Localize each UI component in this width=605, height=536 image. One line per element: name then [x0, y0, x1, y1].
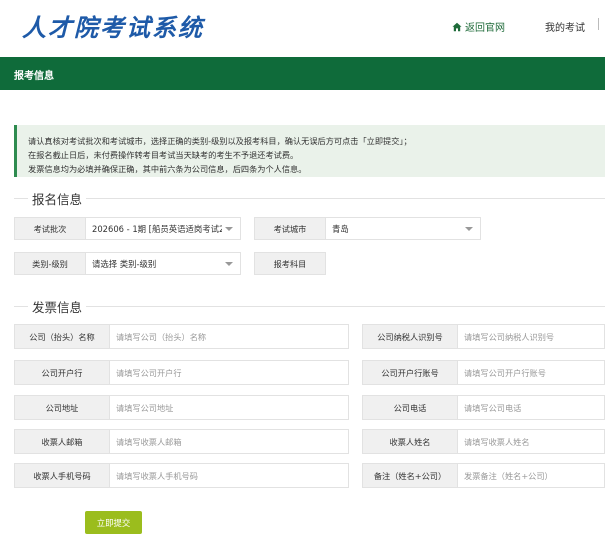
- city-select-value: 青岛: [332, 223, 349, 234]
- category-label: 类别-级别: [14, 252, 86, 275]
- batch-select[interactable]: 202606 - 1期 [船员英语适岗考试20: [85, 217, 241, 240]
- page-title-bar: 报考信息: [0, 57, 605, 90]
- back-to-site-link[interactable]: 返回官网: [452, 19, 505, 34]
- notice-box: 请认真核对考试批次和考试城市，选择正确的类别-级别以及报考科目，确认无误后方可点…: [14, 125, 605, 177]
- bank-input[interactable]: [109, 360, 349, 385]
- city-label: 考试城市: [254, 217, 326, 240]
- notice-line: 在报名截止日后，未付费操作转考目考试当天缺考的考生不予退还考试费。: [28, 150, 299, 160]
- recipient-email-input[interactable]: [109, 429, 349, 454]
- notice-line: 发票信息均为必填并确保正确，其中前六条为公司信息，后四条为个人信息。: [28, 164, 307, 174]
- batch-select-value: 202606 - 1期 [船员英语适岗考试20: [92, 223, 222, 234]
- recipient-name-label: 收票人姓名: [362, 429, 458, 454]
- chevron-down-icon: [465, 226, 473, 231]
- recipient-email-label: 收票人邮箱: [14, 429, 110, 454]
- company-name-input[interactable]: [109, 324, 349, 349]
- tax-id-input[interactable]: [457, 324, 605, 349]
- company-address-input[interactable]: [109, 395, 349, 420]
- company-address-label: 公司地址: [14, 395, 110, 420]
- recipient-phone-input[interactable]: [109, 463, 349, 488]
- invoice-remark-input[interactable]: [457, 463, 605, 488]
- site-logo[interactable]: 人才院考试系统: [22, 8, 204, 43]
- subject-label: 报考科目: [254, 252, 326, 275]
- chevron-down-icon: [225, 226, 233, 231]
- batch-label: 考试批次: [14, 217, 86, 240]
- city-select[interactable]: 青岛: [325, 217, 481, 240]
- category-select-value: 请选择 类别-级别: [92, 258, 157, 269]
- top-header: 人才院考试系统 返回官网 我的考试: [0, 0, 605, 56]
- company-phone-label: 公司电话: [362, 395, 458, 420]
- notice-line: 请认真核对考试批次和考试城市，选择正确的类别-级别以及报考科目，确认无误后方可点…: [28, 136, 412, 146]
- nav-divider: [598, 18, 599, 30]
- tax-id-label: 公司纳税人识别号: [362, 324, 458, 349]
- section-divider: [14, 198, 605, 199]
- bank-account-label: 公司开户行账号: [362, 360, 458, 385]
- company-phone-input[interactable]: [457, 395, 605, 420]
- home-icon: [452, 22, 462, 32]
- submit-button[interactable]: 立即提交: [85, 511, 142, 534]
- chevron-down-icon: [225, 261, 233, 266]
- bank-account-input[interactable]: [457, 360, 605, 385]
- invoice-section-title: 发票信息: [28, 297, 87, 316]
- company-name-label: 公司（抬头）名称: [14, 324, 110, 349]
- recipient-name-input[interactable]: [457, 429, 605, 454]
- my-exams-link[interactable]: 我的考试: [545, 19, 585, 34]
- category-select[interactable]: 请选择 类别-级别: [85, 252, 241, 275]
- bank-label: 公司开户行: [14, 360, 110, 385]
- section-divider: [14, 306, 605, 307]
- invoice-remark-label: 备注（姓名+公司）: [362, 463, 458, 488]
- back-to-site-label: 返回官网: [465, 23, 505, 34]
- registration-section-title: 报名信息: [28, 189, 87, 208]
- page-title: 报考信息: [14, 71, 54, 82]
- recipient-phone-label: 收票人手机号码: [14, 463, 110, 488]
